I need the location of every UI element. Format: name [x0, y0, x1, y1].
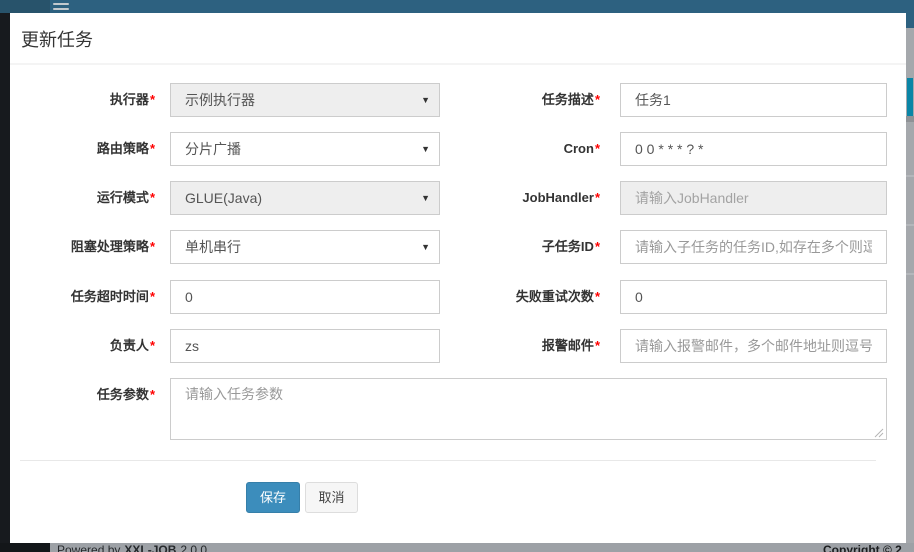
search-button-fragment: [907, 78, 913, 116]
job-handler-input: [620, 181, 887, 215]
cron-input[interactable]: [620, 132, 887, 166]
timeout-label: 任务超时时间*: [10, 280, 155, 314]
glue-type-label: 运行模式*: [10, 181, 155, 215]
job-param-textarea[interactable]: [170, 378, 887, 440]
page-footer: Powered byXXL-JOB2.0.0 Copyright © 2: [0, 543, 914, 552]
navbar-right-fragment: [906, 13, 914, 28]
fail-retry-input[interactable]: [620, 280, 887, 314]
glue-type-select-value: GLUE(Java): [185, 190, 262, 206]
powered-by-text: Powered byXXL-JOB2.0.0: [57, 544, 211, 552]
sidebar-edge: [0, 13, 10, 543]
job-handler-label: JobHandler*: [450, 181, 600, 215]
executor-select: 示例执行器 ▼: [170, 83, 440, 117]
route-strategy-select-value: 分片广播: [185, 141, 241, 157]
copyright-text: Copyright © 2: [823, 544, 902, 552]
block-strategy-select[interactable]: 单机串行 ▼: [170, 230, 440, 264]
save-button[interactable]: 保存: [246, 482, 300, 513]
dialog-title: 更新任务: [21, 26, 93, 52]
cancel-button[interactable]: 取消: [305, 482, 358, 513]
chevron-down-icon: ▼: [421, 231, 430, 263]
header-divider: [10, 63, 906, 65]
sidebar-bottom-fragment: [0, 543, 50, 552]
author-label: 负责人*: [10, 329, 155, 363]
hamburger-icon[interactable]: [52, 0, 70, 13]
navbar-logo-area: [0, 0, 50, 13]
timeout-input[interactable]: [170, 280, 440, 314]
job-desc-input[interactable]: [620, 83, 887, 117]
executor-select-value: 示例执行器: [185, 92, 255, 108]
alarm-email-label: 报警邮件*: [450, 329, 600, 363]
fail-retry-label: 失败重试次数*: [450, 280, 600, 314]
job-desc-label: 任务描述*: [450, 83, 600, 117]
child-jobid-label: 子任务ID*: [450, 230, 600, 264]
chevron-down-icon: ▼: [421, 84, 430, 116]
block-strategy-label: 阻塞处理策略*: [10, 230, 155, 264]
update-task-dialog: 更新任务 执行器* 示例执行器 ▼ 任务描述* 路由策略* 分片广播 ▼ Cro…: [10, 13, 906, 543]
author-input[interactable]: [170, 329, 440, 363]
chevron-down-icon: ▼: [421, 182, 430, 214]
route-strategy-select[interactable]: 分片广播 ▼: [170, 132, 440, 166]
form-divider: [20, 460, 876, 461]
chevron-down-icon: ▼: [421, 133, 430, 165]
job-param-label: 任务参数*: [10, 378, 155, 412]
dimmed-page-strip: [906, 28, 914, 543]
executor-label: 执行器*: [10, 83, 155, 117]
child-jobid-input[interactable]: [620, 230, 887, 264]
screen: 更新任务 执行器* 示例执行器 ▼ 任务描述* 路由策略* 分片广播 ▼ Cro…: [0, 0, 914, 552]
version-text: 2.0.0: [180, 543, 207, 552]
cron-label: Cron*: [450, 132, 600, 166]
top-navbar: [0, 0, 914, 13]
route-strategy-label: 路由策略*: [10, 132, 155, 166]
block-strategy-select-value: 单机串行: [185, 239, 241, 255]
alarm-email-input[interactable]: [620, 329, 887, 363]
glue-type-select: GLUE(Java) ▼: [170, 181, 440, 215]
brand-name: XXL-JOB: [124, 543, 176, 552]
